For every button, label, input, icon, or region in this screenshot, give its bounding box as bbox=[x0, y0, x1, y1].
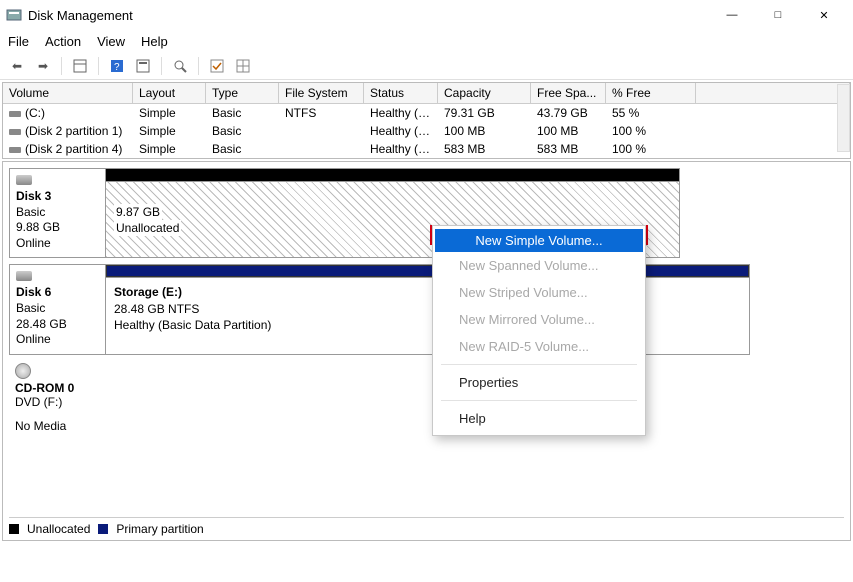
disk-icon bbox=[9, 147, 21, 153]
col-filesystem[interactable]: File System bbox=[279, 83, 364, 104]
table-row[interactable]: (Disk 2 partition 1) Simple Basic Health… bbox=[3, 122, 850, 140]
menu-bar: File Action View Help bbox=[0, 30, 853, 52]
check-icon[interactable] bbox=[206, 55, 228, 77]
ctx-properties[interactable]: Properties bbox=[433, 369, 645, 396]
svg-text:?: ? bbox=[114, 62, 120, 73]
ctx-help[interactable]: Help bbox=[433, 405, 645, 432]
disk-info-panel: Disk 3 Basic 9.88 GB Online bbox=[10, 169, 106, 257]
menu-help[interactable]: Help bbox=[141, 34, 168, 49]
title-bar: Disk Management — □ ✕ bbox=[0, 0, 853, 30]
col-free-space[interactable]: Free Spa... bbox=[531, 83, 606, 104]
app-icon bbox=[6, 7, 22, 23]
legend: Unallocated Primary partition bbox=[9, 517, 844, 536]
window-title: Disk Management bbox=[28, 8, 709, 23]
volumes-table: Volume Layout Type File System Status Ca… bbox=[2, 82, 851, 159]
disk-icon bbox=[9, 111, 21, 117]
ctx-new-raid5-volume: New RAID-5 Volume... bbox=[433, 333, 645, 360]
search-icon[interactable] bbox=[169, 55, 191, 77]
col-type[interactable]: Type bbox=[206, 83, 279, 104]
legend-swatch-unallocated bbox=[9, 524, 19, 534]
cdrom-icon bbox=[15, 363, 31, 379]
volume-header-primary bbox=[106, 265, 749, 277]
hdd-icon bbox=[16, 271, 32, 281]
table-body: (C:) Simple Basic NTFS Healthy (B... 79.… bbox=[3, 104, 850, 158]
ctx-separator bbox=[441, 400, 637, 401]
ctx-new-striped-volume: New Striped Volume... bbox=[433, 279, 645, 306]
grid-icon[interactable] bbox=[232, 55, 254, 77]
table-row[interactable]: (Disk 2 partition 4) Simple Basic Health… bbox=[3, 140, 850, 158]
ctx-new-simple-volume[interactable]: New Simple Volume... bbox=[435, 229, 643, 252]
disk-row-cdrom[interactable]: CD-ROM 0 DVD (F:) No Media bbox=[9, 361, 844, 435]
col-layout[interactable]: Layout bbox=[133, 83, 206, 104]
ctx-new-mirrored-volume: New Mirrored Volume... bbox=[433, 306, 645, 333]
minimize-button[interactable]: — bbox=[709, 0, 755, 30]
view-list-icon[interactable] bbox=[69, 55, 91, 77]
ctx-separator bbox=[441, 364, 637, 365]
col-volume[interactable]: Volume bbox=[3, 83, 133, 104]
col-extra[interactable] bbox=[696, 83, 850, 104]
hdd-icon bbox=[16, 175, 32, 185]
disk-info-panel: Disk 6 Basic 28.48 GB Online bbox=[10, 265, 106, 353]
close-button[interactable]: ✕ bbox=[801, 0, 847, 30]
col-status[interactable]: Status bbox=[364, 83, 438, 104]
disk-icon bbox=[9, 129, 21, 135]
menu-view[interactable]: View bbox=[97, 34, 125, 49]
ctx-new-spanned-volume: New Spanned Volume... bbox=[433, 252, 645, 279]
volume-storage-e[interactable]: Storage (E:) 28.48 GB NTFS Healthy (Basi… bbox=[106, 277, 749, 353]
maximize-button[interactable]: □ bbox=[755, 0, 801, 30]
col-capacity[interactable]: Capacity bbox=[438, 83, 531, 104]
help-icon[interactable]: ? bbox=[106, 55, 128, 77]
legend-swatch-primary bbox=[98, 524, 108, 534]
forward-button[interactable]: ➡ bbox=[32, 55, 54, 77]
back-button[interactable]: ⬅ bbox=[6, 55, 28, 77]
toolbar: ⬅ ➡ ? bbox=[0, 52, 853, 80]
table-row[interactable]: (C:) Simple Basic NTFS Healthy (B... 79.… bbox=[3, 104, 850, 122]
col-pct-free[interactable]: % Free bbox=[606, 83, 696, 104]
volume-header-unallocated bbox=[106, 169, 679, 181]
menu-action[interactable]: Action bbox=[45, 34, 81, 49]
menu-file[interactable]: File bbox=[8, 34, 29, 49]
properties-icon[interactable] bbox=[132, 55, 154, 77]
table-header: Volume Layout Type File System Status Ca… bbox=[3, 83, 850, 104]
graphical-view: Disk 3 Basic 9.88 GB Online 9.87 GB Unal… bbox=[2, 161, 851, 541]
table-scrollbar[interactable] bbox=[837, 84, 850, 152]
context-menu: New Simple Volume... New Spanned Volume.… bbox=[432, 225, 646, 436]
